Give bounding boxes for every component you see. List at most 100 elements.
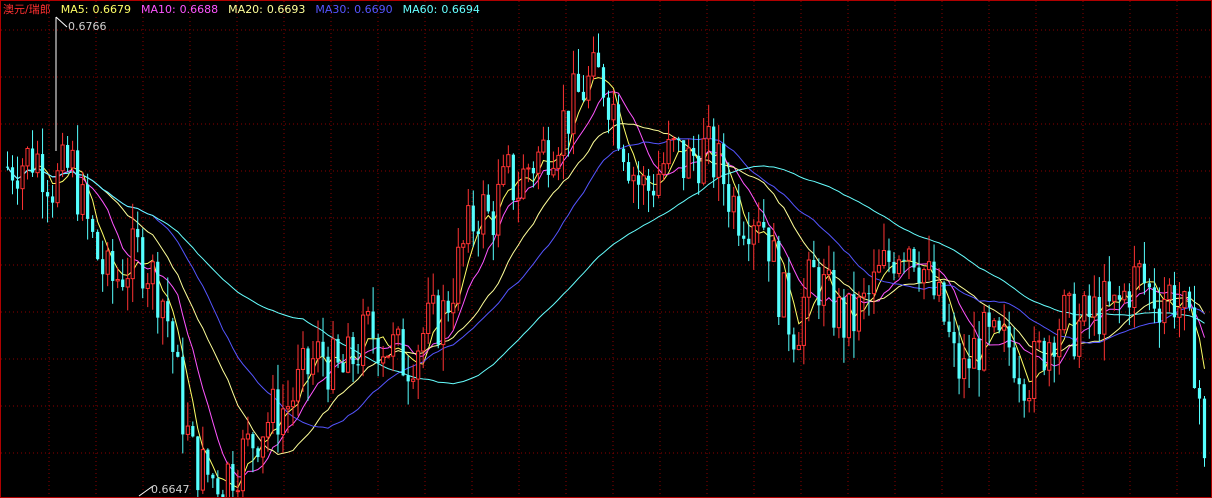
candle-body — [66, 144, 70, 168]
candle-body — [306, 348, 310, 375]
candle-body — [5, 166, 10, 168]
candle-body — [150, 261, 155, 285]
candle — [992, 318, 997, 333]
candle — [256, 446, 260, 463]
candle-body — [546, 140, 551, 175]
candle-body — [1057, 329, 1062, 358]
candle — [300, 331, 306, 393]
candle — [556, 147, 561, 181]
candle-body — [727, 184, 731, 212]
candle — [796, 331, 801, 351]
candle-body — [411, 378, 416, 382]
candle-body — [1002, 325, 1007, 331]
candle-body — [881, 250, 887, 267]
candle-body — [371, 311, 375, 339]
candle-body — [731, 195, 736, 213]
candle-body — [386, 355, 391, 358]
candle — [5, 151, 10, 171]
candle — [611, 89, 616, 146]
candle — [621, 144, 626, 172]
candle-body — [1087, 295, 1091, 317]
candle — [881, 223, 887, 269]
candle-body — [737, 196, 741, 236]
candle — [777, 235, 781, 326]
candle — [697, 134, 701, 195]
candle-body — [336, 338, 340, 363]
candle-body — [1022, 384, 1026, 401]
candle — [270, 374, 276, 434]
candle-body — [260, 436, 266, 458]
candle — [1037, 331, 1042, 350]
candle-body — [801, 296, 806, 346]
candle-body — [756, 221, 761, 227]
candle-body — [887, 250, 891, 262]
candle — [160, 298, 165, 345]
candle-body — [206, 449, 210, 475]
candle-body — [1102, 280, 1107, 335]
candle — [50, 185, 55, 218]
candle — [716, 124, 721, 201]
candle-body — [280, 408, 286, 436]
candle — [280, 384, 286, 453]
candle — [466, 189, 471, 253]
legend-ma20: MA20: 0.6693 — [228, 3, 305, 17]
candle — [371, 287, 375, 354]
candle — [902, 252, 906, 274]
candle-body — [1177, 307, 1182, 318]
candle — [15, 156, 20, 205]
candle — [330, 320, 336, 394]
candle-body — [441, 300, 446, 346]
candle-body — [1147, 283, 1152, 288]
ma5-value: 0.6679 — [92, 3, 131, 16]
candle — [661, 152, 666, 181]
candle — [591, 36, 596, 80]
candle-body — [912, 248, 916, 268]
candle — [1197, 380, 1202, 425]
candle — [345, 323, 351, 374]
candle — [20, 158, 25, 210]
candle — [265, 412, 271, 452]
candle-body — [80, 184, 85, 215]
candle — [906, 246, 912, 279]
candle-body — [1172, 285, 1177, 318]
candle — [1102, 264, 1107, 361]
candle-body — [356, 364, 360, 366]
candle-body — [270, 388, 276, 424]
candle-body — [105, 250, 110, 275]
candle — [401, 318, 405, 377]
candle — [1042, 337, 1046, 376]
candle — [481, 180, 486, 249]
candle — [701, 118, 706, 186]
candle — [1157, 287, 1162, 348]
candle-body — [677, 138, 681, 141]
candle-body — [115, 279, 120, 282]
candle — [1142, 242, 1146, 295]
candle-body — [846, 293, 852, 339]
candle-body — [35, 153, 40, 174]
candle — [876, 249, 882, 274]
candle-body — [225, 463, 230, 497]
candle-body — [1047, 342, 1052, 371]
candle — [561, 84, 566, 180]
candle — [391, 322, 396, 372]
candle — [1067, 291, 1072, 318]
candle-body — [285, 406, 291, 410]
candle — [646, 168, 651, 213]
candle — [125, 257, 130, 311]
candle-body — [185, 425, 190, 435]
candle — [1022, 378, 1026, 418]
candle — [576, 49, 581, 93]
candle — [1087, 284, 1091, 339]
candle-body — [145, 283, 150, 289]
candle-body — [125, 278, 130, 288]
candle — [55, 163, 60, 208]
candle-body — [245, 433, 251, 440]
candle — [892, 252, 896, 281]
candle — [932, 244, 936, 300]
candle — [441, 284, 446, 371]
candle-body — [952, 331, 956, 344]
candle — [1202, 396, 1207, 467]
candle — [631, 166, 636, 203]
candle-body — [401, 329, 405, 376]
candle-body — [1187, 291, 1192, 308]
